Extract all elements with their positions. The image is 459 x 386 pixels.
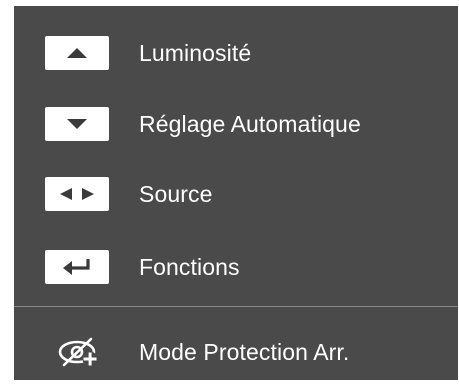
menu-item-label: Fonctions [139, 253, 240, 280]
menu-item-source[interactable]: Source [14, 170, 458, 218]
menu-item-label: Source [139, 180, 213, 207]
menu-item-label: Luminosité [139, 39, 252, 66]
menu-item-label: Mode Protection Arr. [139, 338, 350, 365]
arrow-up-key-icon [45, 36, 109, 70]
menu-item-brightness[interactable]: Luminosité [14, 29, 458, 77]
menu-item-eye-saver[interactable]: Mode Protection Arr. [14, 328, 458, 376]
menu-item-functions[interactable]: Fonctions [14, 243, 458, 291]
enter-key-icon [45, 250, 109, 284]
menu-item-label: Réglage Automatique [139, 110, 361, 137]
eye-saver-icon [50, 332, 110, 372]
menu-divider [14, 306, 458, 307]
menu-item-auto-adjust[interactable]: Réglage Automatique [14, 100, 458, 148]
arrow-down-key-icon [45, 107, 109, 141]
left-right-key-icon [45, 177, 109, 211]
osd-menu-panel: Luminosité Réglage Automatique Source Fo… [14, 6, 458, 380]
